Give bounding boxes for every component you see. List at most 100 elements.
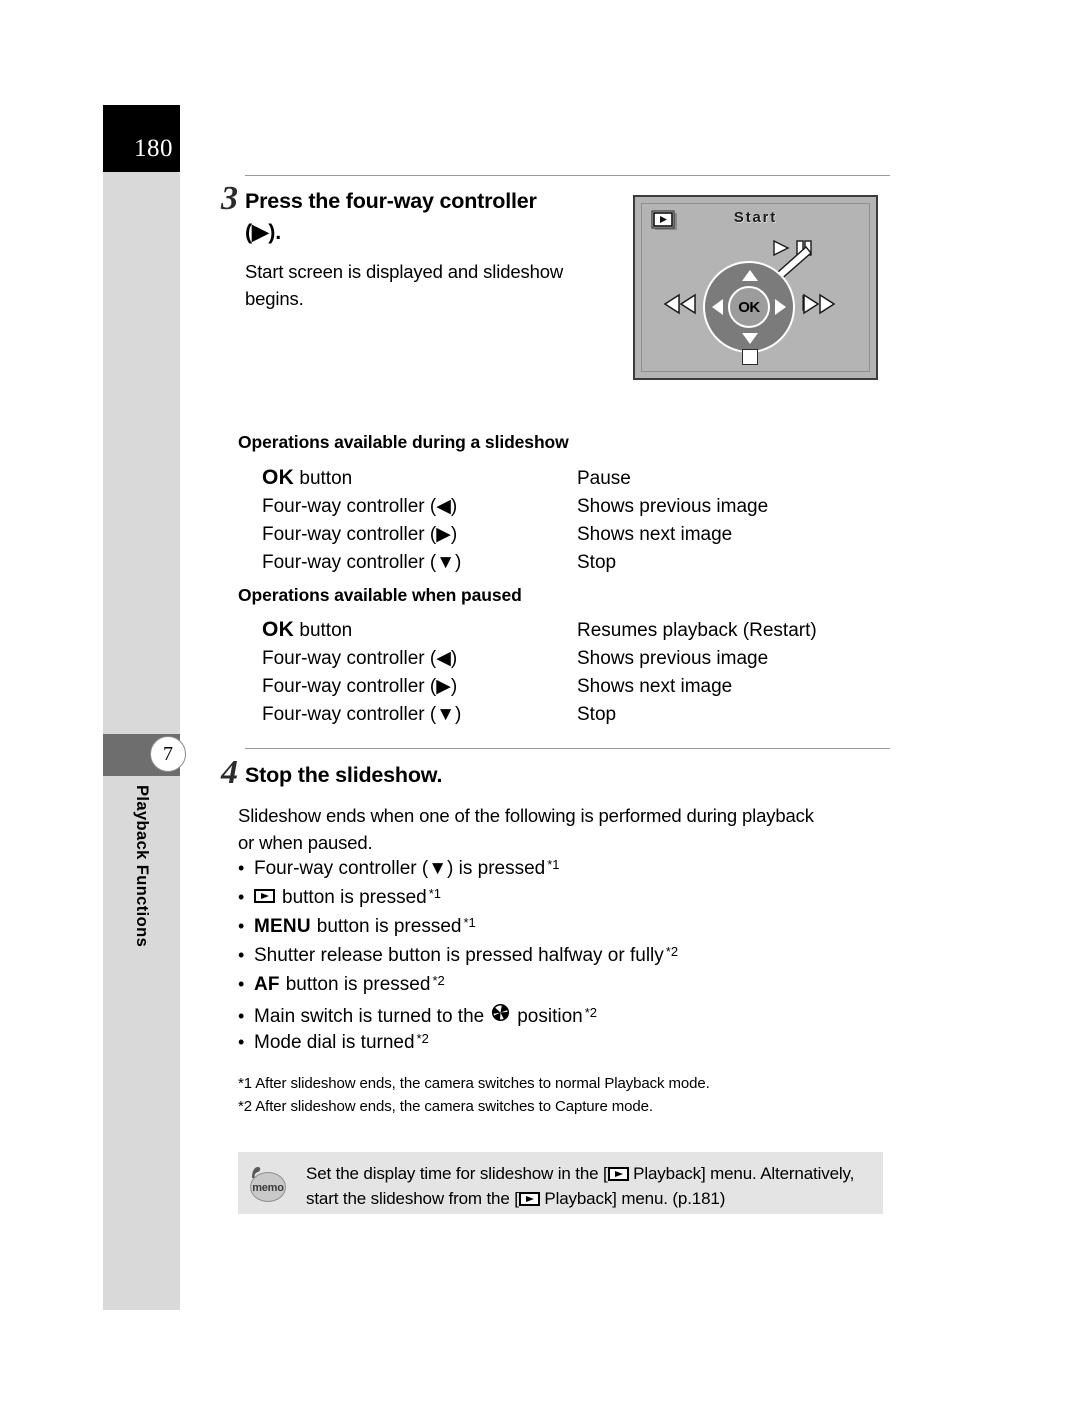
- list-item: • MENU button is pressed *1: [238, 915, 888, 945]
- memo-line1-a: Set the display time for slideshow in th…: [306, 1164, 608, 1183]
- divider-step3: [245, 175, 890, 176]
- page-number: 180: [103, 105, 180, 172]
- table-row: Four-way controller (▶) Shows next image: [262, 675, 882, 704]
- bullet-dot: •: [238, 945, 245, 965]
- op-key-text: Four-way controller (▶): [262, 676, 458, 697]
- when-paused-heading: Operations available when paused: [238, 585, 522, 605]
- list-item: • Shutter release button is pressed half…: [238, 944, 888, 974]
- op-key-text: Four-way controller (▼): [262, 551, 462, 573]
- page-sidebar: 180 7 Playback Functions: [103, 105, 186, 1310]
- ok-label: OK: [262, 466, 295, 489]
- footnote-ref: *1: [428, 886, 441, 901]
- bullet-dot: •: [238, 974, 245, 994]
- memo-text: Set the display time for slideshow in th…: [306, 1161, 881, 1211]
- table-row: Four-way controller (▶) Shows next image: [262, 523, 882, 552]
- list-item-text: Mode dial is turned: [254, 1032, 415, 1053]
- table-row: Four-way controller (◀) Shows previous i…: [262, 647, 882, 676]
- op-value: Stop: [577, 703, 617, 725]
- op-value: Pause: [577, 468, 631, 489]
- arrow-up-icon: [742, 270, 758, 281]
- list-item: • Main switch is turned to the position …: [238, 1003, 888, 1032]
- rewind-icon: [662, 293, 700, 315]
- chapter-number-badge: 7: [150, 736, 186, 772]
- list-item: • AF button is pressed *2: [238, 973, 888, 1003]
- table-row: Four-way controller (◀) Shows previous i…: [262, 495, 882, 524]
- memo-line2-a: start the slideshow from the [: [306, 1189, 519, 1208]
- op-key: OK button: [262, 466, 577, 490]
- divider-step4: [245, 748, 890, 749]
- memo-line2-b: Playback] menu. (p.181): [544, 1189, 726, 1208]
- memo-callout: memo Set the display time for slideshow …: [238, 1152, 883, 1214]
- step-4-heading: Stop the slideshow.: [245, 763, 443, 787]
- step-4-body: Slideshow ends when one of the following…: [238, 802, 898, 856]
- op-key-text: Four-way controller (◀): [262, 495, 458, 517]
- chapter-title: Playback Functions: [103, 785, 180, 1115]
- when-paused-table: OK button Resumes playback (Restart) Fou…: [262, 618, 882, 732]
- step-4-body-line2: or when paused.: [238, 832, 373, 853]
- step-3-heading-line1: Press the four-way controller: [245, 189, 537, 213]
- op-key-text: Four-way controller (▼): [262, 703, 462, 725]
- bullet-dot: •: [238, 887, 245, 907]
- ok-label: OK: [262, 618, 295, 641]
- bullet-dot: •: [238, 916, 245, 936]
- table-row: Four-way controller (▼) Stop: [262, 704, 882, 733]
- playback-button-icon: [254, 889, 275, 903]
- memo-icon: memo: [244, 1164, 288, 1202]
- bullet-dot: •: [238, 858, 245, 878]
- footnote-ref: *1: [463, 915, 476, 930]
- list-item: • button is pressed *1: [238, 886, 888, 916]
- footnote-ref: *2: [432, 973, 445, 988]
- table-row: Four-way controller (▼) Stop: [262, 552, 882, 581]
- op-value: Shows next image: [577, 524, 733, 545]
- list-item: • Mode dial is turned *2: [238, 1031, 888, 1061]
- bullet-dot: •: [238, 1006, 245, 1026]
- footnote-1: *1 After slideshow ends, the camera swit…: [238, 1075, 710, 1092]
- step-3-heading: Press the four-way controller (▶).: [245, 186, 645, 248]
- step-3-body-line2: begins.: [245, 288, 304, 309]
- during-slideshow-table: OK button Pause Four-way controller (◀) …: [262, 466, 882, 580]
- list-item-text: Shutter release button is pressed halfwa…: [254, 945, 664, 966]
- step-3-heading-line2: (▶).: [245, 220, 282, 244]
- step-3-number: 3: [221, 180, 238, 217]
- list-item-text: Four-way controller (▼) is pressed: [254, 858, 546, 879]
- op-key-text: Four-way controller (▶): [262, 524, 458, 545]
- lcd-title: Start: [733, 209, 778, 226]
- footnote-ref: *2: [665, 944, 679, 959]
- op-key: OK button: [262, 618, 577, 642]
- step-3-body-line1: Start screen is displayed and slideshow: [245, 261, 564, 282]
- memo-line-1: Set the display time for slideshow in th…: [306, 1161, 881, 1186]
- list-item-text: button is pressed: [316, 916, 462, 937]
- list-item-text: button is pressed: [285, 974, 431, 995]
- memo-line-2: start the slideshow from the [ Playback]…: [306, 1186, 881, 1211]
- stop-square-icon: [742, 349, 758, 365]
- list-item-text: button is pressed: [282, 887, 427, 908]
- footnote-ref: *2: [416, 1031, 429, 1046]
- footnote-ref: *1: [547, 857, 560, 872]
- op-value: Shows next image: [577, 676, 733, 697]
- playback-button-icon: [607, 1167, 629, 1181]
- four-way-controller-diagram: OK: [703, 261, 795, 353]
- op-key-text: button: [299, 620, 353, 641]
- bullet-dot: •: [238, 1032, 245, 1052]
- arrow-left-icon: [712, 299, 723, 315]
- op-value: Stop: [577, 551, 617, 573]
- menu-button-label: MENU: [254, 916, 311, 937]
- op-value: Shows previous image: [577, 495, 769, 517]
- lcd-screen-illustration: Start OK: [632, 194, 879, 381]
- fast-forward-icon: [800, 293, 838, 315]
- arrow-right-icon: [775, 299, 786, 315]
- stop-conditions-list: • Four-way controller (▼) is pressed *1 …: [238, 857, 888, 1061]
- aperture-icon: [491, 1003, 510, 1022]
- footnote-ref: *2: [584, 1005, 598, 1020]
- list-item: • Four-way controller (▼) is pressed *1: [238, 857, 888, 887]
- step-3-body: Start screen is displayed and slideshow …: [245, 258, 625, 312]
- arrow-down-icon: [742, 333, 758, 344]
- op-key-text: button: [299, 468, 353, 489]
- op-key-text: Four-way controller (◀): [262, 647, 458, 669]
- playback-button-icon: [518, 1192, 540, 1206]
- list-item-text: position: [517, 1006, 583, 1027]
- memo-line1-b: Playback] menu. Alternatively,: [633, 1164, 855, 1183]
- memo-icon-label: memo: [250, 1172, 286, 1202]
- chapter-title-label: Playback Functions: [133, 785, 151, 948]
- op-value: Resumes playback (Restart): [577, 620, 817, 641]
